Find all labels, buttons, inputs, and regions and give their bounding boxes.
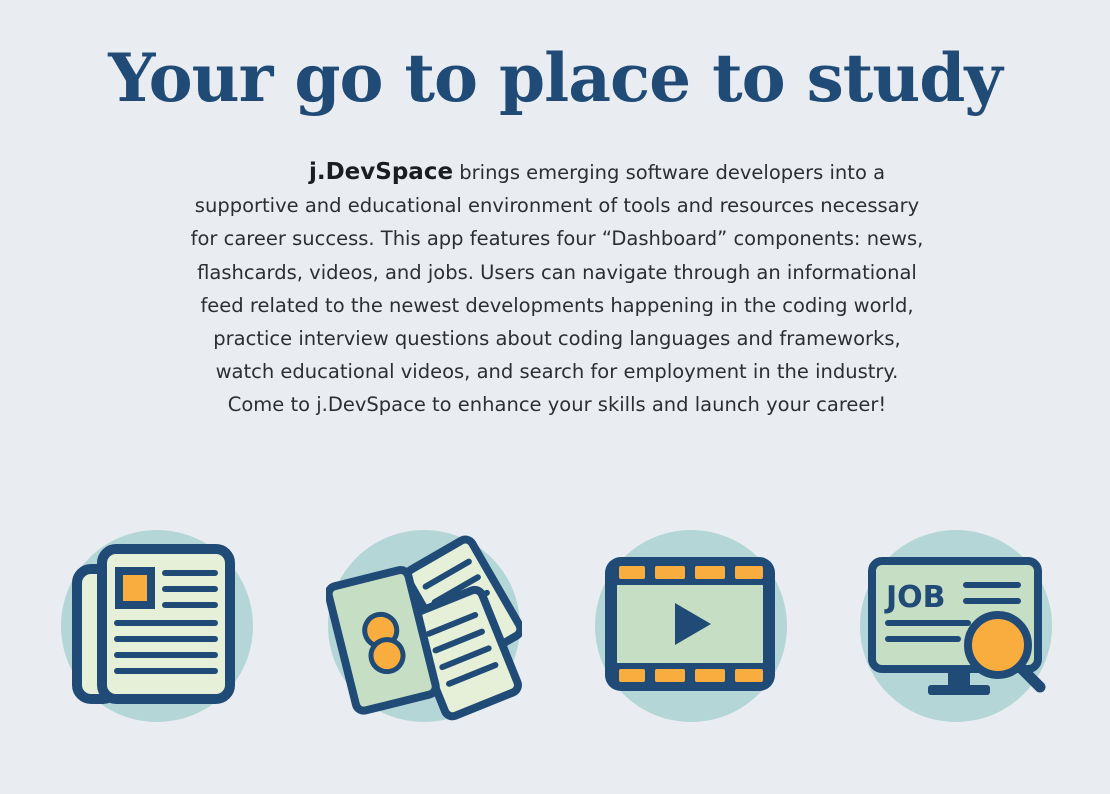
feature-news (59, 527, 255, 725)
video-player-icon (595, 530, 787, 722)
page-title: Your go to place to study (108, 39, 1003, 117)
job-search-icon: JOB (860, 530, 1052, 722)
feature-jobs: JOB (858, 527, 1054, 725)
feature-videos (593, 527, 789, 725)
intro-paragraph: j.DevSpace brings emerging software deve… (190, 156, 924, 422)
flashcards-icon (326, 530, 522, 722)
job-label: JOB (884, 580, 946, 615)
brand-name: j.DevSpace (308, 159, 454, 185)
feature-flashcards (326, 527, 522, 725)
newspaper-icon (61, 530, 253, 722)
intro-text: brings emerging software developers into… (190, 161, 924, 417)
